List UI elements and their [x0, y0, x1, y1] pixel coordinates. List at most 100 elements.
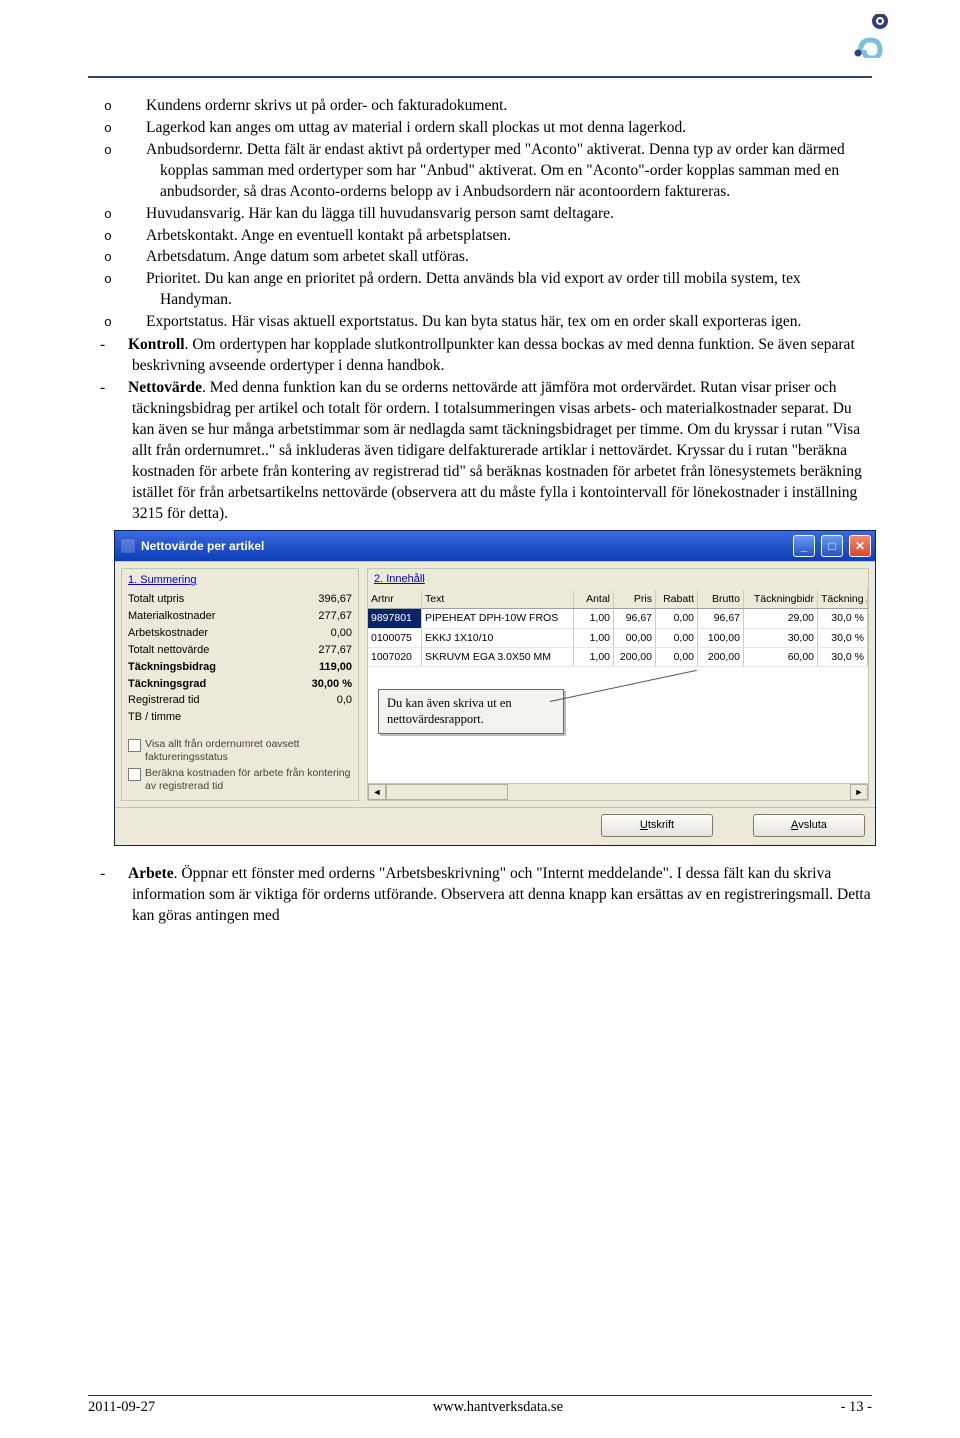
check-label: Visa allt från ordernumret oavsett faktu… [145, 738, 352, 763]
list-item: oLagerkod kan anges om uttag av material… [98, 118, 872, 139]
list-item: oArbetsdatum. Ange datum som arbetet ska… [98, 247, 872, 268]
cell-antal: 1,00 [574, 648, 614, 666]
list-text: Arbetsdatum. Ange datum som arbetet skal… [146, 248, 469, 265]
summary-value: 277,67 [318, 609, 352, 624]
cell-tackning: 30,0 % [818, 629, 868, 647]
scroll-left-icon[interactable]: ◄ [368, 784, 386, 800]
content-title[interactable]: 2. Innehåll [368, 569, 868, 587]
document-body: oKundens ordernr skrivs ut på order- och… [88, 96, 872, 927]
cell-rabatt: 0,00 [656, 609, 698, 627]
col-tackningbidr[interactable]: Täckningbidr [744, 590, 818, 608]
arbete-label: Arbete [128, 865, 174, 882]
kontroll-label: Kontroll [128, 336, 185, 353]
close-button[interactable]: ✕ [849, 535, 871, 557]
cell-pris: 200,00 [614, 648, 656, 666]
document-page: oKundens ordernr skrivs ut på order- och… [0, 0, 960, 1438]
list-item: oExportstatus. Här visas aktuell exports… [98, 312, 872, 333]
summary-panel: 1. Summering Totalt utpris396,67Material… [121, 568, 359, 801]
summary-row: Täckningsbidrag119,00 [128, 659, 352, 676]
print-button[interactable]: Utskrift [601, 814, 713, 837]
window-body: 1. Summering Totalt utpris396,67Material… [115, 561, 875, 807]
summary-title[interactable]: 1. Summering [128, 573, 352, 588]
company-logo [850, 14, 890, 58]
cell-brutto: 100,00 [698, 629, 744, 647]
summary-value: 119,00 [319, 660, 352, 675]
summary-value: 30,00 % [312, 677, 352, 692]
footer-page-number: - 13 - [841, 1398, 872, 1418]
nettovarde-label: Nettovärde [128, 379, 202, 396]
cell-antal: 1,00 [574, 629, 614, 647]
cell-brutto: 200,00 [698, 648, 744, 666]
maximize-button[interactable]: □ [821, 535, 843, 557]
summary-label: Materialkostnader [128, 609, 215, 624]
main-dash-list-continued: -Arbete. Öppnar ett fönster med orderns … [98, 864, 872, 927]
col-tackning[interactable]: Täckning [818, 590, 868, 608]
window-icon [121, 539, 135, 553]
list-text: Kundens ordernr skrivs ut på order- och … [146, 97, 507, 114]
list-text: Arbetskontakt. Ange en eventuell kontakt… [146, 227, 511, 244]
cell-brutto: 96,67 [698, 609, 744, 627]
close-window-button[interactable]: Avsluta [753, 814, 865, 837]
kontroll-text: . Om ordertypen har kopplade slutkontrol… [132, 336, 855, 374]
summary-label: TB / timme [128, 710, 181, 725]
horizontal-scrollbar[interactable]: ◄ ► [368, 783, 868, 800]
callout-leader-line [550, 670, 697, 703]
list-item: oArbetskontakt. Ange en eventuell kontak… [98, 226, 872, 247]
check-label: Beräkna kostnaden för arbete från konter… [145, 767, 352, 792]
summary-label: Totalt nettovärde [128, 643, 209, 658]
col-brutto[interactable]: Brutto [698, 590, 744, 608]
summary-row: Registrerad tid 0,0 [128, 692, 352, 709]
minimize-button[interactable]: _ [793, 535, 815, 557]
table-row[interactable]: 9897801PIPEHEAT DPH-10W FROS1,0096,670,0… [368, 609, 868, 628]
list-text: Lagerkod kan anges om uttag av material … [146, 119, 686, 136]
list-item: oAnbudsordernr. Detta fält är endast akt… [98, 140, 872, 203]
window-titlebar[interactable]: Nettovärde per artikel _ □ ✕ [115, 531, 875, 561]
list-item: oHuvudansvarig. Här kan du lägga till hu… [98, 204, 872, 225]
summary-value: 277,67 [318, 643, 352, 658]
col-text[interactable]: Text [422, 590, 574, 608]
checkbox-icon[interactable] [128, 739, 141, 752]
table-row[interactable]: 0100075EKKJ 1X10/101,0000,000,00100,0030… [368, 629, 868, 648]
callout-text: Du kan även skriva ut en nettovärdesrapp… [387, 696, 512, 726]
check-calc-cost[interactable]: Beräkna kostnaden för arbete från konter… [128, 767, 352, 792]
arbete-text: . Öppnar ett fönster med orderns "Arbets… [132, 865, 871, 924]
cell-tackningbidr: 29,00 [744, 609, 818, 627]
summary-row: Totalt utpris396,67 [128, 591, 352, 608]
cell-tackning: 30,0 % [818, 609, 868, 627]
cell-pris: 96,67 [614, 609, 656, 627]
scroll-thumb[interactable] [386, 784, 508, 800]
list-text: Anbudsordernr. Detta fält är endast akti… [146, 141, 845, 200]
cell-text: PIPEHEAT DPH-10W FROS [422, 609, 574, 627]
col-rabatt[interactable]: Rabatt [656, 590, 698, 608]
window-button-bar: Utskrift Avsluta [115, 807, 875, 845]
col-pris[interactable]: Pris [614, 590, 656, 608]
cell-tackning: 30,0 % [818, 648, 868, 666]
check-show-all[interactable]: Visa allt från ordernumret oavsett faktu… [128, 738, 352, 763]
summary-row: Täckningsgrad30,00 % [128, 676, 352, 693]
col-antal[interactable]: Antal [574, 590, 614, 608]
list-text: Prioritet. Du kan ange en prioritet på o… [146, 270, 801, 308]
grid-empty-area: Du kan även skriva ut en nettovärdesrapp… [368, 667, 868, 783]
summary-value: 0,0 [337, 693, 352, 708]
summary-row: TB / timme [128, 709, 352, 726]
scroll-right-icon[interactable]: ► [850, 784, 868, 800]
cell-rabatt: 0,00 [656, 648, 698, 666]
grid-body[interactable]: 9897801PIPEHEAT DPH-10W FROS1,0096,670,0… [368, 609, 868, 667]
summary-row: Arbetskostnader0,00 [128, 625, 352, 642]
sub-bullet-list: oKundens ordernr skrivs ut på order- och… [98, 96, 872, 333]
summary-value: 396,67 [318, 592, 352, 607]
callout-box: Du kan även skriva ut en nettovärdesrapp… [378, 689, 564, 734]
table-row[interactable]: 1007020SKRUVM EGA 3.0X50 MM1,00200,000,0… [368, 648, 868, 667]
col-artnr[interactable]: Artnr [368, 590, 422, 608]
cell-text: EKKJ 1X10/10 [422, 629, 574, 647]
cell-pris: 00,00 [614, 629, 656, 647]
cell-artnr: 1007020 [368, 648, 422, 666]
list-item: oKundens ordernr skrivs ut på order- och… [98, 96, 872, 117]
summary-label: Registrerad tid [128, 693, 200, 708]
cell-rabatt: 0,00 [656, 629, 698, 647]
list-text: Exportstatus. Här visas aktuell exportst… [146, 313, 801, 330]
checkbox-icon[interactable] [128, 768, 141, 781]
list-item-kontroll: -Kontroll. Om ordertypen har kopplade sl… [98, 335, 872, 377]
sort-up-icon [866, 597, 868, 602]
window-title: Nettovärde per artikel [141, 538, 264, 554]
